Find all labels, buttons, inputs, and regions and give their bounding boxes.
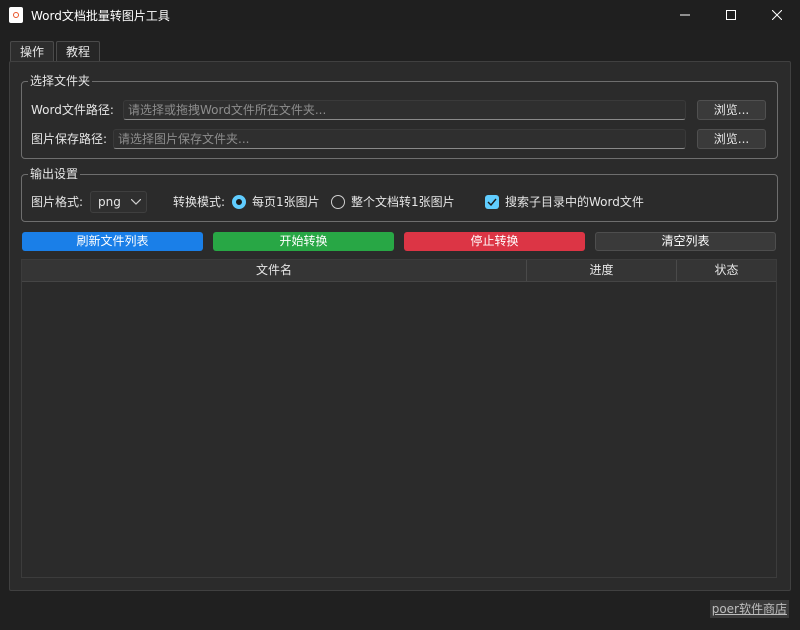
title-bar: Word文档批量转图片工具 [0,0,800,30]
output-group-title: 输出设置 [28,167,81,181]
maximize-icon [726,10,736,20]
clear-list-button[interactable]: 清空列表 [595,232,776,251]
folder-group-title: 选择文件夹 [28,74,93,88]
tab-tutorial[interactable]: 教程 [56,41,101,61]
word-path-label: Word文件路径: [31,103,114,117]
window-title: Word文档批量转图片工具 [31,8,170,23]
mode-whole-doc-label[interactable]: 整个文档转1张图片 [351,194,455,210]
mode-per-page-radio[interactable] [232,195,246,209]
operation-panel: 选择文件夹 Word文件路径: 浏览... 图片保存路径: 浏览... 输出设置… [9,61,791,591]
minimize-icon [680,14,690,16]
start-convert-button[interactable]: 开始转换 [213,232,394,251]
checkmark-icon [487,198,497,206]
image-path-label: 图片保存路径: [31,132,108,146]
format-value: png [98,195,121,209]
folder-group: 选择文件夹 Word文件路径: 浏览... 图片保存路径: 浏览... [21,74,778,159]
output-group: 输出设置 图片格式: png 转换模式: 每页1张图片 整个文档转1张图片 搜索… [21,167,778,222]
column-filename[interactable]: 文件名 [22,260,527,281]
browse-word-button[interactable]: 浏览... [697,100,766,120]
maximize-button[interactable] [708,0,754,30]
format-select[interactable]: png [90,191,147,213]
subdir-label[interactable]: 搜索子目录中的Word文件 [505,194,644,210]
mode-label: 转换模式: [173,195,226,209]
chevron-down-icon [131,199,141,205]
tab-bar: 操作 教程 [10,41,102,62]
refresh-list-button[interactable]: 刷新文件列表 [22,232,203,251]
image-path-input[interactable] [113,129,686,149]
close-button[interactable] [754,0,800,30]
word-doc-icon [9,7,23,23]
mode-per-page-label[interactable]: 每页1张图片 [252,194,320,210]
format-label: 图片格式: [31,195,84,209]
subdir-checkbox[interactable] [485,195,499,209]
word-path-input[interactable] [123,100,686,120]
stop-convert-button[interactable]: 停止转换 [404,232,585,251]
table-header: 文件名 进度 状态 [22,260,776,282]
browse-image-button[interactable]: 浏览... [697,129,766,149]
minimize-button[interactable] [662,0,708,30]
mode-whole-doc-radio[interactable] [331,195,345,209]
file-table[interactable]: 文件名 进度 状态 [21,259,777,578]
close-icon [772,10,782,20]
tab-operation[interactable]: 操作 [10,41,55,62]
column-progress[interactable]: 进度 [527,260,677,281]
column-status[interactable]: 状态 [677,260,776,281]
store-link[interactable]: poer软件商店 [709,600,789,618]
